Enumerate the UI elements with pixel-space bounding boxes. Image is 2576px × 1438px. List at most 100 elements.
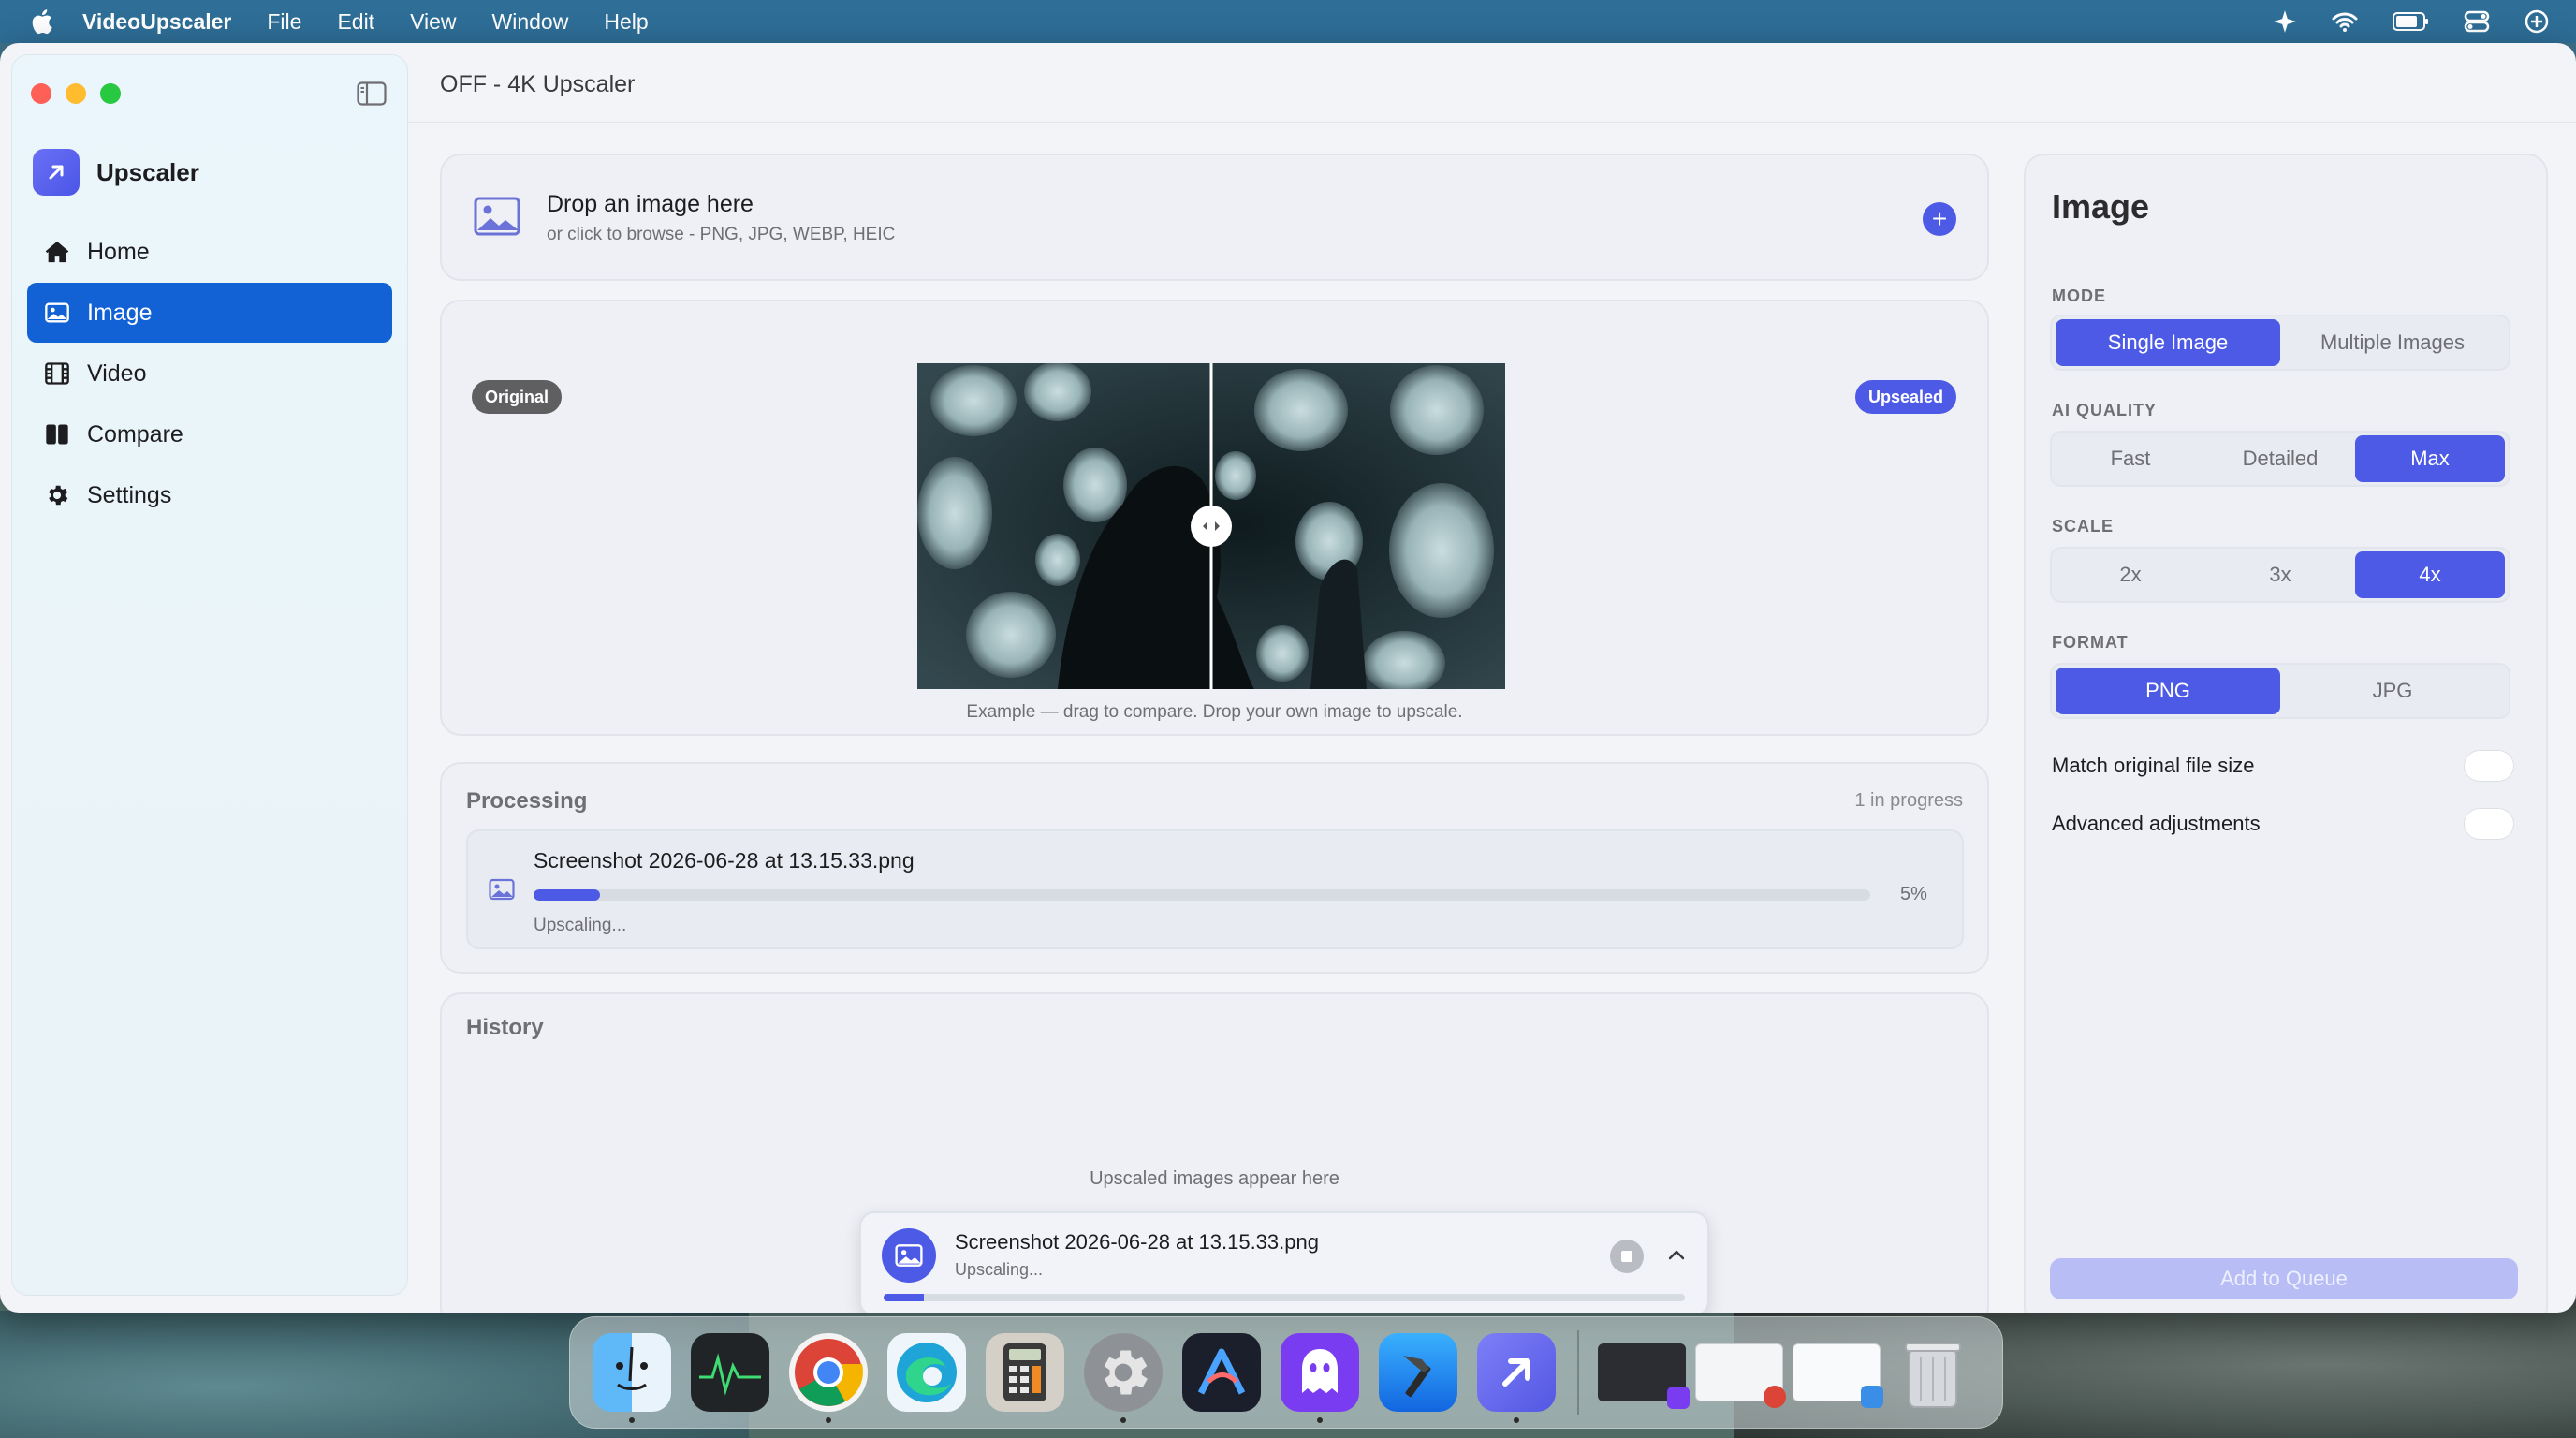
finder-icon[interactable] <box>593 1333 671 1423</box>
sidebar: Upscaler Home Image Video Compare Settin… <box>11 54 408 1296</box>
scale-segmented-control: 2x 3x 4x <box>2050 547 2510 603</box>
add-to-queue-button[interactable]: Add to Queue <box>2050 1258 2518 1299</box>
window-thumbnail-1[interactable] <box>1598 1343 1690 1409</box>
dock <box>569 1316 2003 1429</box>
job-progress-fill <box>534 889 601 901</box>
sidebar-nav: Home Image Video Compare Settings <box>27 222 392 526</box>
drop-zone-title: Drop an image here <box>547 191 754 217</box>
mini-filename: Screenshot 2026-06-28 at 13.15.33.png <box>955 1230 1319 1254</box>
match-file-size-toggle[interactable] <box>2464 750 2514 782</box>
upscaled-badge: Upsealed <box>1855 380 1957 414</box>
image-settings-panel: Image MODE Single Image Multiple Images … <box>2024 154 2548 1313</box>
stop-icon <box>1621 1251 1632 1262</box>
upscaler-logo-icon <box>33 149 80 196</box>
processing-job-card[interactable]: Screenshot 2026-06-28 at 13.15.33.png 5%… <box>466 829 1964 949</box>
zoom-window-button[interactable] <box>100 83 121 104</box>
sidebar-toggle-icon[interactable] <box>357 81 387 106</box>
scale-4x[interactable]: 4x <box>2355 551 2505 598</box>
menu-window[interactable]: Window <box>492 9 569 35</box>
image-file-icon <box>882 1228 936 1283</box>
trash-icon[interactable] <box>1894 1333 1972 1412</box>
history-empty-state: Upscaled images appear here <box>1090 1168 1339 1189</box>
compare-caption: Example — drag to compare. Drop your own… <box>966 702 1463 722</box>
upscaler-app-icon[interactable] <box>1477 1333 1556 1423</box>
format-jpg[interactable]: JPG <box>2280 668 2505 714</box>
processing-panel: Processing 1 in progress Screenshot 2026… <box>440 762 1989 974</box>
menu-bar-status <box>2273 0 2550 43</box>
sidebar-item-label: Settings <box>87 481 172 508</box>
format-png[interactable]: PNG <box>2056 668 2280 714</box>
image-drop-zone[interactable]: Drop an image here or click to browse - … <box>440 154 1989 281</box>
title-divider <box>408 122 2576 123</box>
history-heading: History <box>466 1015 544 1040</box>
mode-single-image[interactable]: Single Image <box>2056 319 2280 366</box>
job-status: Upscaling... <box>534 916 627 935</box>
app-brand: Upscaler <box>33 149 199 196</box>
calculator-icon[interactable] <box>986 1333 1064 1412</box>
image-file-icon <box>489 878 515 901</box>
original-badge: Original <box>472 380 563 414</box>
chevron-up-icon[interactable] <box>1666 1245 1687 1266</box>
format-segmented-control: PNG JPG <box>2050 663 2510 719</box>
mini-status: Upscaling... <box>955 1260 1044 1279</box>
sidebar-item-video[interactable]: Video <box>27 344 392 404</box>
scale-2x[interactable]: 2x <box>2056 551 2205 598</box>
sidebar-item-image[interactable]: Image <box>27 283 392 343</box>
processing-count: 1 in progress <box>1854 790 1963 811</box>
advanced-adjustments-toggle[interactable] <box>2464 808 2514 840</box>
image-icon <box>45 302 69 323</box>
sidebar-item-label: Image <box>87 299 153 326</box>
sidebar-item-compare[interactable]: Compare <box>27 404 392 464</box>
window-thumbnail-2[interactable] <box>1695 1343 1786 1408</box>
gear-icon <box>49 485 68 506</box>
ghost-app-icon[interactable] <box>1281 1333 1359 1423</box>
quality-detailed[interactable]: Detailed <box>2205 435 2355 482</box>
house-icon <box>45 241 69 263</box>
sparkle-icon[interactable] <box>2273 9 2297 34</box>
arc-icon[interactable] <box>1182 1333 1261 1412</box>
job-progress-bar <box>534 889 1870 901</box>
job-progress-percent: 5% <box>1900 884 1927 904</box>
window-thumbnail-3[interactable] <box>1793 1343 1883 1408</box>
example-photo <box>917 363 1505 689</box>
sidebar-item-label: Home <box>87 238 150 265</box>
mode-multiple-images[interactable]: Multiple Images <box>2280 319 2505 366</box>
menu-edit[interactable]: Edit <box>337 9 374 35</box>
menu-app-name[interactable]: VideoUpscaler <box>82 9 231 35</box>
quality-max[interactable]: Max <box>2355 435 2505 482</box>
scale-3x[interactable]: 3x <box>2205 551 2355 598</box>
floating-progress-card[interactable]: Screenshot 2026-06-28 at 13.15.33.png Up… <box>859 1211 1709 1313</box>
chrome-icon[interactable] <box>789 1333 868 1423</box>
mini-progress-fill <box>884 1294 924 1301</box>
window-title: OFF - 4K Upscaler <box>440 71 636 97</box>
edge-icon[interactable] <box>887 1333 966 1412</box>
clock-add-icon[interactable] <box>2524 8 2550 35</box>
sidebar-item-settings[interactable]: Settings <box>27 465 392 525</box>
quality-fast[interactable]: Fast <box>2056 435 2205 482</box>
menu-help[interactable]: Help <box>604 9 648 35</box>
menu-view[interactable]: View <box>410 9 456 35</box>
stop-button[interactable] <box>1610 1240 1644 1273</box>
activity-monitor-icon[interactable] <box>691 1333 769 1412</box>
film-icon <box>45 362 69 385</box>
battery-icon[interactable] <box>2393 11 2430 32</box>
add-image-button[interactable]: + <box>1923 202 1956 236</box>
close-window-button[interactable] <box>31 83 51 104</box>
sidebar-item-label: Video <box>87 360 147 387</box>
sidebar-item-label: Compare <box>87 420 183 448</box>
compare-slider-image[interactable] <box>917 363 1505 689</box>
minimize-window-button[interactable] <box>66 83 86 104</box>
system-settings-icon[interactable] <box>1084 1333 1163 1423</box>
drop-zone-subtitle: or click to browse - PNG, JPG, WEBP, HEI… <box>547 225 896 244</box>
settings-title: Image <box>2052 187 2150 226</box>
image-placeholder-icon <box>474 197 520 236</box>
menu-bar: VideoUpscaler File Edit View Window Help <box>0 0 2576 43</box>
control-center-icon[interactable] <box>2464 10 2490 33</box>
format-label: FORMAT <box>2052 633 2129 652</box>
mini-progress-bar <box>884 1294 1685 1301</box>
sidebar-item-home[interactable]: Home <box>27 222 392 282</box>
wifi-icon[interactable] <box>2331 10 2359 33</box>
menu-file[interactable]: File <box>267 9 301 35</box>
xcode-icon[interactable] <box>1379 1333 1457 1412</box>
apple-icon[interactable] <box>28 7 54 36</box>
